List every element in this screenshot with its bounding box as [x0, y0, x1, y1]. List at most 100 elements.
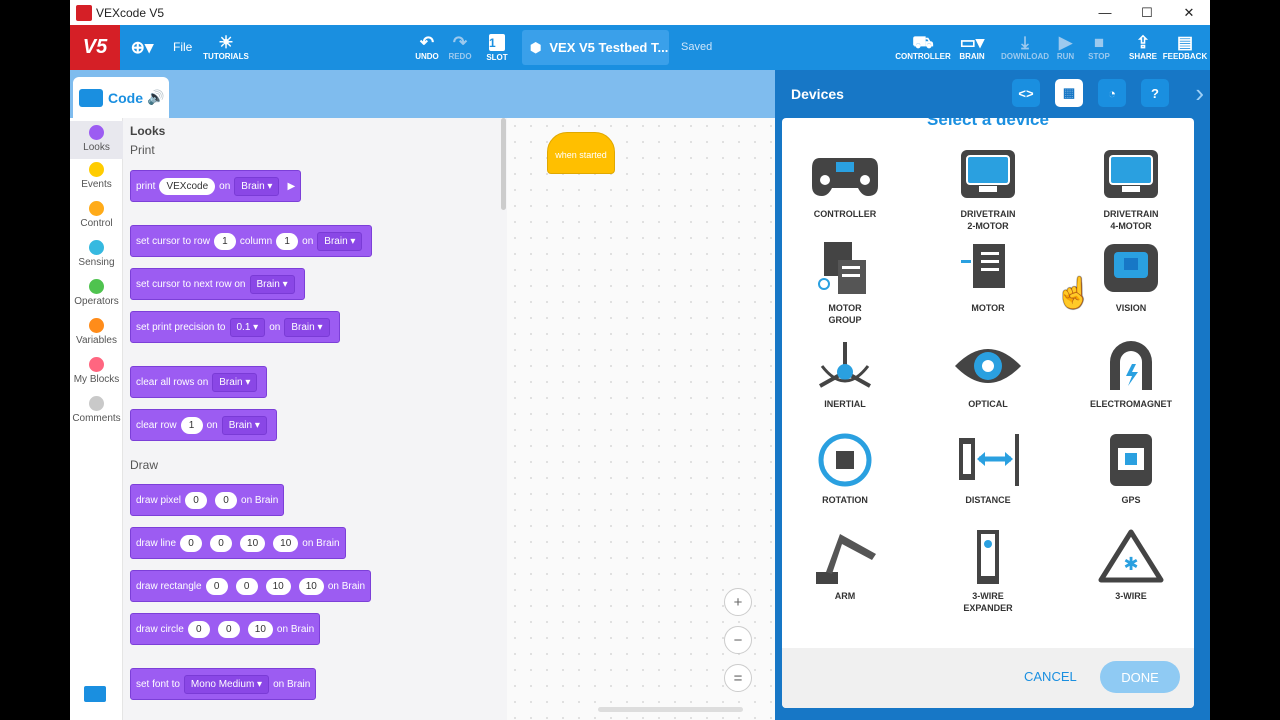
device-controller[interactable]: CONTROLLER — [795, 146, 895, 220]
value-input[interactable]: 0 — [187, 620, 210, 638]
tutorials-button[interactable]: ☀ TUTORIALS — [201, 25, 251, 70]
precision-dropdown[interactable]: 0.1 — [229, 317, 266, 337]
brain-button[interactable]: ▭▾ BRAIN — [952, 25, 992, 70]
clear-all-rows-block[interactable]: clear all rows on Brain — [130, 366, 268, 398]
slot-button[interactable]: 1 SLOT — [483, 25, 511, 70]
code-tab[interactable]: Code 🔊 — [73, 77, 169, 118]
category-my-blocks[interactable]: My Blocks — [70, 357, 123, 395]
minimize-button[interactable]: — — [1084, 0, 1126, 25]
device-dropdown[interactable]: Brain — [212, 372, 258, 392]
value-input[interactable]: 0 — [180, 534, 203, 552]
value-input[interactable]: 0 — [205, 577, 228, 595]
row-input[interactable]: 1 — [180, 416, 203, 434]
maximize-button[interactable]: ☐ — [1126, 0, 1168, 25]
category-comments[interactable]: Comments — [70, 396, 123, 434]
category-events[interactable]: Events — [70, 162, 123, 200]
draw-line-block[interactable]: draw line 0 0 10 10 on Brain — [130, 527, 346, 559]
device-rotation[interactable]: ROTATION — [795, 432, 895, 506]
value-input[interactable]: 10 — [240, 534, 266, 552]
window-title: VEXcode V5 — [96, 5, 165, 20]
next-row-block[interactable]: set cursor to next row on Brain — [130, 268, 305, 300]
when-started-block[interactable]: when started — [547, 132, 615, 174]
extensions-icon[interactable] — [84, 686, 106, 702]
set-font-block[interactable]: set font to Mono Medium on Brain — [130, 668, 317, 700]
device-dropdown[interactable]: Brain — [234, 176, 280, 196]
feedback-button[interactable]: ▤ FEEDBACK — [1163, 25, 1207, 70]
device-arm[interactable]: ARM — [795, 528, 895, 602]
print-block[interactable]: print VEXcode on Brain ▶ — [130, 170, 302, 202]
device-electromagnet[interactable]: ELECTROMAGNET — [1081, 336, 1181, 410]
font-dropdown[interactable]: Mono Medium — [183, 674, 270, 694]
device-dropdown[interactable]: Brain — [249, 274, 295, 294]
stop-button[interactable]: ■ STOP — [1086, 25, 1112, 70]
redo-button[interactable]: ↷ REDO — [445, 25, 475, 70]
device-motor-group[interactable]: MOTOR GROUP — [795, 240, 895, 326]
x-input[interactable]: 0 — [185, 491, 208, 509]
redo-icon: ↷ — [452, 33, 468, 52]
done-button[interactable]: DONE — [1100, 661, 1180, 693]
category-control[interactable]: Control — [70, 201, 123, 239]
cancel-button[interactable]: CANCEL — [1024, 669, 1077, 684]
category-operators[interactable]: Operators — [70, 279, 123, 317]
device-3-wire[interactable]: ✱ 3-WIRE — [1081, 528, 1181, 602]
device-dropdown[interactable]: Brain — [284, 317, 330, 337]
help-tab[interactable]: ? — [1141, 79, 1169, 107]
device-gps[interactable]: GPS — [1081, 432, 1181, 506]
device-inertial[interactable]: INERTIAL — [795, 336, 895, 410]
row-input[interactable]: 1 — [213, 232, 236, 250]
clear-row-block[interactable]: clear row 1 on Brain — [130, 409, 277, 441]
draw-rectangle-block[interactable]: draw rectangle 0 0 10 10 on Brain — [130, 570, 372, 602]
value-input[interactable]: 0 — [210, 534, 233, 552]
palette-scrollbar[interactable] — [501, 118, 506, 210]
device-dropdown[interactable]: Brain — [221, 415, 267, 435]
text-input[interactable]: VEXcode — [159, 177, 216, 195]
code-workspace[interactable]: when started + − = — [507, 118, 775, 720]
value-input[interactable]: 10 — [273, 534, 299, 552]
device-motor[interactable]: MOTOR — [938, 240, 1038, 314]
value-input[interactable]: 10 — [265, 577, 291, 595]
hand-cursor-icon: ☝ — [1055, 277, 1093, 310]
device-drivetrain-2-motor[interactable]: DRIVETRAIN 2-MOTOR — [938, 146, 1038, 232]
play-icon[interactable]: ▶ — [287, 181, 295, 192]
reset-zoom-button[interactable]: = — [724, 664, 752, 692]
column-input[interactable]: 1 — [276, 232, 299, 250]
print-precision-block[interactable]: set print precision to 0.1 on Brain — [130, 311, 340, 343]
device-optical[interactable]: OPTICAL — [938, 336, 1038, 410]
project-name[interactable]: ⬢ VEX V5 Testbed T... — [522, 30, 669, 65]
value-input[interactable]: 10 — [247, 620, 273, 638]
zoom-out-button[interactable]: − — [724, 626, 752, 654]
drivetrain-icon — [961, 150, 1015, 198]
value-input[interactable]: 0 — [217, 620, 240, 638]
chevron-right-icon[interactable]: › — [1195, 78, 1204, 109]
device-3-wire-expander[interactable]: 3-WIRE EXPANDER — [938, 528, 1038, 614]
language-globe-icon[interactable]: ⊕▾ — [125, 25, 159, 70]
value-input[interactable]: 10 — [298, 577, 324, 595]
value-input[interactable]: 0 — [235, 577, 258, 595]
vex-logo[interactable]: V5 — [70, 25, 120, 70]
download-button[interactable]: ⤓ DOWNLOAD — [1001, 25, 1049, 70]
category-looks[interactable]: Looks — [70, 121, 123, 159]
undo-icon: ↶ — [419, 33, 435, 52]
share-button[interactable]: ⇪ SHARE — [1128, 25, 1158, 70]
controller-button[interactable]: ⛟ CONTROLLER — [895, 25, 951, 70]
zoom-in-button[interactable]: + — [724, 588, 752, 616]
device-vision[interactable]: VISION — [1081, 240, 1181, 314]
code-view-tab[interactable]: <> — [1012, 79, 1040, 107]
draw-pixel-block[interactable]: draw pixel 0 0 on Brain — [130, 484, 285, 516]
device-drivetrain-4-motor[interactable]: DRIVETRAIN 4-MOTOR — [1081, 146, 1181, 232]
y-input[interactable]: 0 — [215, 491, 238, 509]
devices-tab[interactable]: ▦ — [1055, 79, 1083, 107]
dashboard-tab[interactable]: ◔ — [1098, 79, 1126, 107]
speaker-icon[interactable]: 🔊 — [147, 89, 164, 106]
file-menu[interactable]: File — [173, 40, 192, 54]
set-cursor-block[interactable]: set cursor to row 1 column 1 on Brain — [130, 225, 373, 257]
close-button[interactable]: ✕ — [1168, 0, 1210, 25]
workspace-scrollbar[interactable] — [598, 707, 743, 712]
category-variables[interactable]: Variables — [70, 318, 123, 356]
device-dropdown[interactable]: Brain — [317, 231, 363, 251]
device-distance[interactable]: DISTANCE — [938, 432, 1038, 506]
draw-circle-block[interactable]: draw circle 0 0 10 on Brain — [130, 613, 321, 645]
run-button[interactable]: ▶ RUN — [1053, 25, 1078, 70]
undo-button[interactable]: ↶ UNDO — [412, 25, 442, 70]
category-sensing[interactable]: Sensing — [70, 240, 123, 278]
